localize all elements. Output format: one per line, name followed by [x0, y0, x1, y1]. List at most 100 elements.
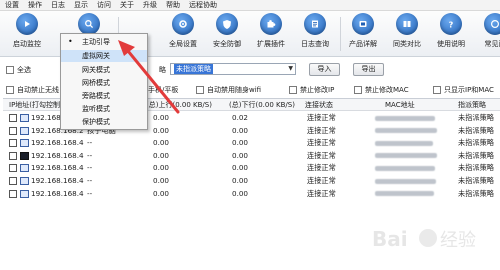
auto-disable-wifi-option[interactable]: 自动禁用随身wifi [196, 85, 261, 95]
download-cell: 0.00 [232, 176, 249, 185]
download-cell: 0.02 [232, 113, 249, 122]
dropdown-item-bridge-mode[interactable]: 网桥模式 [61, 77, 147, 89]
header-status[interactable]: 连接状态 [305, 99, 333, 111]
forbid-modify-mac-checkbox[interactable] [354, 86, 362, 94]
upload-cell: 0.00 [153, 138, 170, 148]
device-name-cell: -- [87, 150, 93, 160]
header-upload[interactable]: (总)上行(0.00 KB/S) [146, 99, 212, 111]
table-row[interactable]: 192.168.168.4 -- 0.00 0.00 连接正常 未指派策略 [3, 188, 500, 200]
table-row[interactable]: 192.168.168.4 -- 0.00 0.00 连接正常 未指派策略 [3, 150, 500, 162]
menu-display[interactable]: 显示 [74, 0, 88, 11]
redacted-mac-bar [375, 153, 437, 159]
only-show-ip-mac-checkbox[interactable] [433, 86, 441, 94]
row-checkbox[interactable] [9, 114, 17, 122]
status-cell: 连接正常 [307, 150, 336, 160]
forbid-modify-mac-label: 禁止修改MAC [365, 86, 409, 94]
row-checkbox[interactable] [9, 164, 17, 173]
mac-cell-redacted [375, 188, 434, 200]
faq-button[interactable]: 常见问 [474, 13, 500, 55]
strategy-cell: 未指派策略 [458, 150, 494, 160]
row-checkbox[interactable] [9, 151, 17, 160]
product-details-button[interactable]: 产品详解 [342, 13, 384, 55]
ip-cell: 192.168.168.4 [31, 163, 84, 173]
table-row[interactable]: 192.168.168.4 -- 0.00 0.00 连接正常 未指派策略 [3, 162, 500, 174]
only-show-ip-mac-option[interactable]: 只显示IP和MAC [433, 85, 494, 95]
mac-cell-redacted [375, 150, 437, 162]
strategy-cell: 未指派策略 [458, 138, 494, 148]
extension-plugin-label: 扩展插件 [257, 40, 285, 48]
table-row[interactable]: 192.168.168.4 -- 0.00 0.00 连接正常 未指派策略 [3, 137, 500, 149]
menu-access[interactable]: 访问 [97, 0, 111, 11]
computer-icon [20, 114, 29, 122]
auto-disable-wifi-checkbox[interactable] [196, 86, 204, 94]
dropdown-item-virtual-gateway[interactable]: 虚拟网关 [61, 50, 147, 62]
computer-icon [20, 164, 29, 173]
dropdown-item-label: 旁路模式 [82, 92, 110, 100]
menu-help[interactable]: 帮助 [166, 0, 180, 11]
forbid-modify-ip-option[interactable]: 禁止修改IP [289, 85, 334, 95]
product-details-label: 产品详解 [349, 40, 377, 48]
table-row[interactable]: 192.168.168.4 -- 0.00 0.00 连接正常 未指派策略 [3, 175, 500, 187]
status-cell: 连接正常 [307, 113, 336, 122]
menu-log[interactable]: 日志 [51, 0, 65, 11]
row-checkbox[interactable] [9, 126, 17, 135]
mode-dropdown-menu: • 主动引导 虚拟网关 网关模式 网桥模式 旁路模式 监听模式 保护模式 [60, 33, 148, 130]
menu-about[interactable]: 关于 [120, 0, 134, 11]
puzzle-icon [260, 13, 282, 35]
redacted-mac-bar [375, 191, 434, 197]
ip-cell: 192.168.168.4 [31, 138, 84, 148]
header-strategy[interactable]: 指派策略 [458, 99, 486, 111]
compare-icon [396, 13, 418, 35]
mac-cell-redacted [375, 137, 433, 149]
forbid-modify-mac-option[interactable]: 禁止修改MAC [354, 85, 409, 95]
dropdown-item-gateway-mode[interactable]: 网关模式 [61, 64, 147, 76]
auto-block-wireless-option[interactable]: 自动禁止无线 [6, 85, 59, 95]
search-icon [78, 13, 100, 35]
import-button[interactable]: 导入 [309, 63, 340, 76]
select-all-checkbox[interactable] [6, 66, 14, 74]
dropdown-item-bypass-mode[interactable]: 旁路模式 [61, 90, 147, 102]
status-cell: 连接正常 [307, 163, 336, 173]
forbid-modify-ip-checkbox[interactable] [289, 86, 297, 94]
menu-remote-assist[interactable]: 远程协助 [189, 0, 217, 11]
watermark-logo: Bai 经验 [372, 227, 476, 251]
status-cell: 连接正常 [307, 188, 336, 198]
compare-label: 同类对比 [393, 40, 421, 48]
security-defense-button[interactable]: 安全防御 [206, 13, 248, 55]
select-all-checkbox-group[interactable]: 全选 [6, 65, 31, 75]
header-mac[interactable]: MAC地址 [385, 99, 415, 111]
compare-button[interactable]: 同类对比 [386, 13, 428, 55]
auto-block-wireless-checkbox[interactable] [6, 86, 14, 94]
dropdown-item-active-guide[interactable]: • 主动引导 [61, 36, 147, 48]
start-monitor-button[interactable]: 启动监控 [6, 13, 48, 55]
dropdown-item-protect-mode[interactable]: 保护模式 [61, 116, 147, 128]
shield-icon [216, 13, 238, 35]
status-cell: 连接正常 [307, 176, 336, 185]
strategy-select[interactable]: 未指派策略 ▼ [170, 63, 296, 75]
menu-upgrade[interactable]: 升级 [143, 0, 157, 11]
menu-operation[interactable]: 操作 [28, 0, 42, 11]
svg-text:?: ? [449, 20, 454, 29]
download-cell: 0.00 [232, 125, 249, 135]
strategy-cell: 未指派策略 [458, 163, 494, 173]
header-ip[interactable]: IP地址(打勾控制) [9, 99, 63, 111]
redacted-mac-bar [375, 165, 435, 171]
global-settings-button[interactable]: 全局设置 [162, 13, 204, 55]
svg-text:经验: 经验 [440, 230, 476, 251]
header-download[interactable]: (总)下行(0.00 KB/S) [229, 99, 295, 111]
extension-plugin-button[interactable]: 扩展插件 [250, 13, 292, 55]
redacted-mac-bar [375, 140, 433, 146]
upload-cell: 0.00 [153, 163, 170, 173]
row-checkbox[interactable] [9, 189, 17, 198]
device-name-cell: -- [87, 163, 93, 173]
menu-settings[interactable]: 设置 [5, 0, 19, 11]
export-button[interactable]: 导出 [353, 63, 384, 76]
chevron-down-icon: ▼ [288, 65, 293, 72]
row-checkbox[interactable] [9, 139, 17, 148]
row-checkbox[interactable] [9, 177, 17, 185]
status-cell: 连接正常 [307, 125, 336, 135]
log-query-button[interactable]: 日志查询 [294, 13, 336, 55]
dropdown-item-monitor-mode[interactable]: 监听模式 [61, 103, 147, 115]
usage-guide-button[interactable]: ? 使用说明 [430, 13, 472, 55]
upload-cell: 0.00 [153, 176, 170, 185]
